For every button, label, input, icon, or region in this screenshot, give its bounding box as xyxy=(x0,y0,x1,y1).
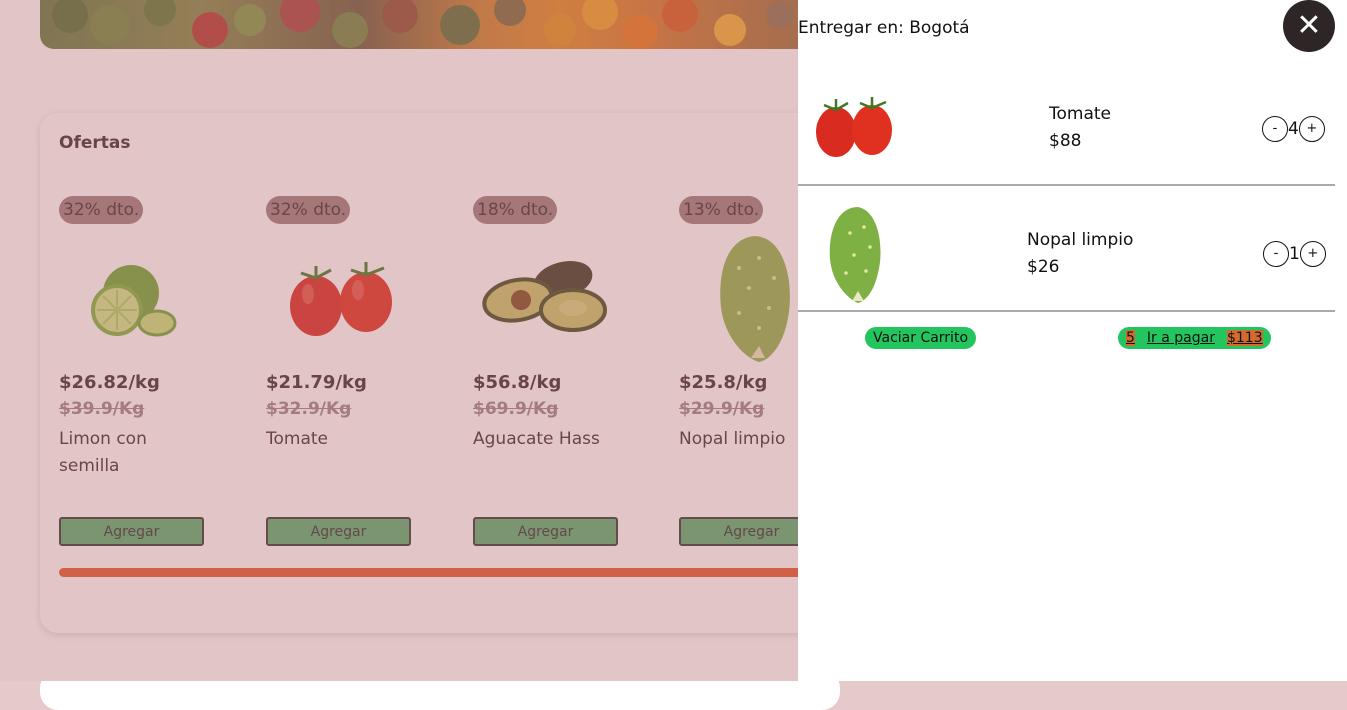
close-icon[interactable]: ✕ xyxy=(1283,0,1335,52)
empty-cart-button[interactable]: Vaciar Carrito xyxy=(865,327,977,349)
cart-item-name: Nopal limpio xyxy=(1027,230,1134,250)
decrease-button[interactable]: - xyxy=(1263,241,1289,267)
nopal-image xyxy=(829,207,881,303)
cart-drawer: Entregar en: Bogotá ✕ Tomate $88 - 4 + N… xyxy=(798,0,1347,681)
cart-count: 5 xyxy=(1126,330,1135,346)
quantity-stepper: - 4 + xyxy=(1262,116,1325,142)
cart-item-name: Tomate xyxy=(1049,104,1111,124)
increase-button[interactable]: + xyxy=(1298,116,1325,142)
increase-button[interactable]: + xyxy=(1299,241,1326,267)
checkout-button[interactable]: 5 Ir a pagar $113 xyxy=(1118,327,1271,349)
cart-total: $113 xyxy=(1226,330,1263,346)
cart-item-price: $26 xyxy=(1027,257,1060,277)
cart-item-price: $88 xyxy=(1049,131,1082,151)
quantity-value: 4 xyxy=(1288,119,1299,139)
delivery-location: Entregar en: Bogotá xyxy=(798,18,970,38)
cart-item: Tomate $88 - 4 + xyxy=(798,59,1335,186)
cart-item: Nopal limpio $26 - 1 + xyxy=(798,185,1335,312)
decrease-button[interactable]: - xyxy=(1262,116,1288,142)
tomato-image xyxy=(816,97,892,157)
quantity-stepper: - 1 + xyxy=(1263,241,1326,267)
quantity-value: 1 xyxy=(1289,244,1300,264)
checkout-label: Ir a pagar xyxy=(1146,330,1215,346)
